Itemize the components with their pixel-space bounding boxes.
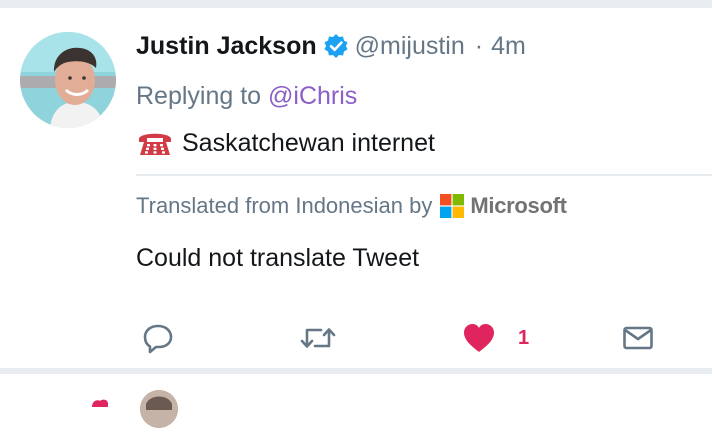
like-count: 1 — [518, 326, 530, 349]
microsoft-logo-icon — [440, 193, 465, 219]
retweet-icon — [299, 322, 337, 354]
translation-text: Could not translate Tweet — [136, 244, 420, 272]
reply-mention-link[interactable]: @iChris — [268, 82, 357, 110]
tweet-body: Saskatchewan internet — [136, 128, 435, 158]
header-separator: · — [474, 31, 484, 60]
heart-icon — [462, 322, 496, 354]
retweet-button[interactable] — [299, 316, 337, 360]
top-separator — [0, 0, 712, 8]
telephone-icon — [136, 128, 174, 158]
heart-icon — [90, 394, 118, 407]
translation-divider — [136, 174, 712, 176]
verified-badge-icon — [323, 33, 349, 59]
like-button[interactable]: 1 — [462, 316, 529, 360]
tweet-card[interactable]: Justin Jackson @mijustin · 4m Replying t… — [0, 8, 712, 368]
tweet-text: Saskatchewan internet — [182, 128, 435, 157]
reply-icon — [142, 322, 174, 354]
direct-message-button[interactable] — [622, 316, 654, 360]
translator-name[interactable]: Microsoft — [470, 193, 567, 219]
translation-attribution: Translated from Indonesian by Microsoft — [136, 193, 567, 219]
author-name[interactable]: Justin Jackson — [136, 32, 317, 61]
next-tweet-card[interactable] — [0, 374, 712, 428]
reply-button[interactable] — [142, 316, 174, 360]
tweet-header: Justin Jackson @mijustin · 4m — [136, 30, 526, 62]
tweet-actions: 1 — [136, 316, 676, 360]
envelope-icon — [622, 322, 654, 354]
translated-label: Translated from Indonesian by — [136, 193, 433, 218]
timestamp[interactable]: 4m — [491, 32, 526, 61]
avatar[interactable] — [20, 32, 116, 128]
replying-to-line: Replying to @iChris — [136, 82, 357, 111]
author-handle[interactable]: @mijustin — [355, 32, 465, 61]
replying-prefix: Replying to — [136, 82, 262, 110]
avatar[interactable] — [140, 390, 178, 428]
